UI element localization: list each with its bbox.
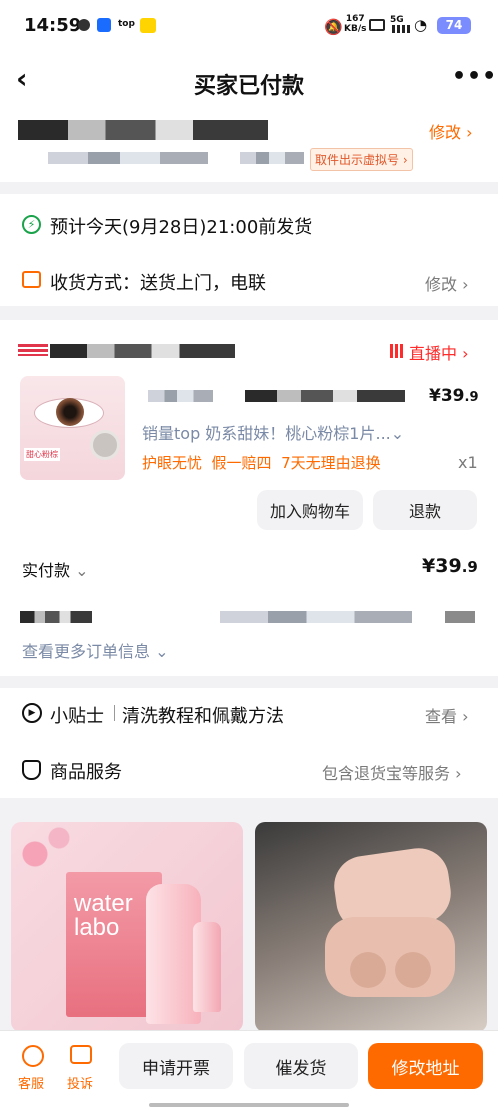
customer-service-label[interactable]: 客服 [18, 1073, 44, 1092]
phone-redacted [48, 152, 208, 164]
mute-icon: 🔕 [324, 18, 343, 36]
recommend-item-2[interactable] [255, 822, 487, 1032]
battery-icon: 74 [437, 17, 471, 34]
status-time: 14:59 [24, 15, 82, 36]
payment-amount: ¥39.9 [422, 555, 478, 577]
customer-service-icon[interactable] [22, 1045, 44, 1067]
shipping-eta: 预计今天(9月28日)21:00前发货 [50, 217, 313, 238]
tips-desc: 清洗教程和佩戴方法 [122, 706, 284, 727]
virtual-number-badge[interactable]: 取件出示虚拟号 › [310, 148, 413, 171]
tips-view[interactable]: 查看 › [425, 703, 469, 727]
complain-icon[interactable] [70, 1045, 92, 1064]
box-icon [22, 271, 41, 288]
live-icon [390, 344, 404, 358]
header: ‹ 买家已付款 ••• [0, 52, 498, 112]
shop-logo [18, 344, 48, 356]
address-card[interactable]: 修改 › 取件出示虚拟号 › [0, 112, 498, 182]
refund-button[interactable]: 退款 [373, 490, 477, 530]
bottom-bar: 客服 投诉 申请开票 催发货 修改地址 [0, 1030, 498, 1108]
wifi-icon: ◔ [414, 16, 428, 34]
case-well-right [395, 952, 431, 988]
more-order-info[interactable]: 查看更多订单信息 ⌄ [22, 638, 169, 662]
status-bar: 14:59 top 🔕 167 KB/s 5G ◔ 74 [0, 0, 498, 52]
change-address-button[interactable]: 修改地址 [368, 1043, 483, 1089]
address-modify[interactable]: 修改 › [429, 119, 473, 143]
live-badge[interactable]: 直播中 › [409, 340, 469, 364]
copy-redacted[interactable] [445, 611, 475, 623]
product-thumbnail[interactable]: 甜心粉棕 [20, 376, 125, 480]
home-indicator [149, 1103, 349, 1107]
hd-icon [369, 19, 385, 31]
play-icon: ▶ [22, 703, 42, 723]
tips-card: ▶ 小贴士 清洗教程和佩戴方法 查看 › 商品服务 包含退货宝等服务 › [0, 688, 498, 798]
order-no-label-redacted [20, 611, 92, 623]
signal-icon: 5G [390, 15, 404, 25]
product-spec[interactable]: 销量top 奶系甜妹！桃心粉棕1片...⌄ [142, 420, 404, 444]
shipping-method: 收货方式：送货上门，电联 [50, 273, 266, 294]
tips-divider [114, 705, 115, 721]
tips-title: 小贴士 [50, 706, 104, 727]
add-to-cart-button[interactable]: 加入购物车 [257, 490, 363, 530]
recommend-item-1[interactable]: water labo [11, 822, 243, 1032]
lens-product [90, 430, 120, 460]
product-qty: x1 [458, 453, 478, 472]
lens-image [56, 398, 84, 426]
product-price: ¥39.9 [429, 386, 479, 406]
shipping-card: ⚡ 预计今天(9月28日)21:00前发货 收货方式：送货上门，电联 修改 › [0, 194, 498, 306]
product-tags: 护眼无忧 假一赔四 7天无理由退换 [142, 454, 381, 472]
shop-name-redacted[interactable] [50, 344, 235, 358]
urge-ship-button[interactable]: 催发货 [244, 1043, 358, 1089]
order-card: 直播中 › 甜心粉棕 ¥39.9 销量top 奶系甜妹！桃心粉棕1片...⌄ 护… [0, 320, 498, 676]
address-redacted [18, 120, 268, 140]
product-title-redacted-1 [148, 390, 213, 402]
app-icon [97, 18, 111, 32]
notification-icon [78, 19, 90, 31]
app-icon-yellow [140, 18, 156, 33]
lightning-icon: ⚡ [22, 215, 41, 234]
product-title-redacted-2 [245, 390, 405, 402]
complain-label[interactable]: 投诉 [67, 1073, 93, 1092]
service-title: 商品服务 [50, 762, 122, 783]
signal-bars [392, 25, 410, 33]
service-desc[interactable]: 包含退货宝等服务 › [322, 760, 462, 784]
case-well-left [350, 952, 386, 988]
name-redacted [240, 152, 304, 164]
screen: 14:59 top 🔕 167 KB/s 5G ◔ 74 ‹ 买家已付款 ••• … [0, 0, 498, 1108]
page-title: 买家已付款 [193, 74, 304, 99]
case-body-image [325, 917, 455, 997]
bottle-small-image [193, 922, 221, 1012]
invoice-button[interactable]: 申请开票 [119, 1043, 233, 1089]
more-icon[interactable]: ••• [452, 64, 497, 89]
shield-icon [22, 760, 41, 780]
thumb-tag: 甜心粉棕 [24, 448, 60, 461]
shipping-modify[interactable]: 修改 › [425, 271, 469, 295]
order-no-redacted [220, 611, 412, 623]
brand-text: water labo [74, 890, 133, 941]
top-icon: top [118, 19, 135, 29]
net-speed: 167 KB/s [344, 14, 367, 34]
payment-label[interactable]: 实付款 ⌄ [22, 557, 89, 581]
